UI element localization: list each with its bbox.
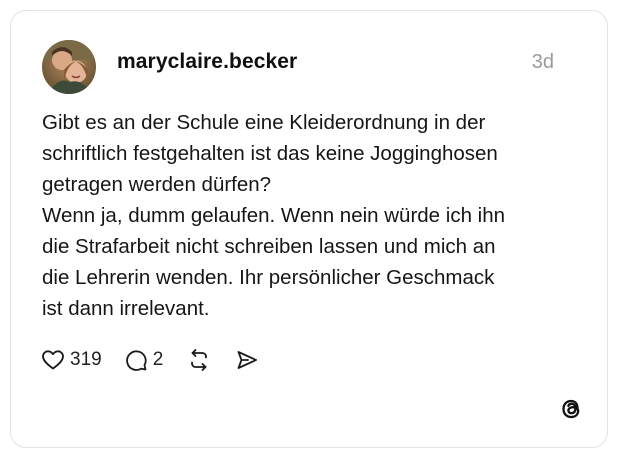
avatar-photo bbox=[42, 40, 96, 94]
post-text: Gibt es an der Schule eine Kleiderordnun… bbox=[42, 107, 582, 324]
avatar[interactable] bbox=[42, 40, 96, 94]
post-text-line: Gibt es an der Schule eine Kleiderordnun… bbox=[42, 111, 486, 134]
post-text-line: Wenn ja, dumm gelaufen. Wenn nein würde … bbox=[42, 204, 506, 227]
post-text-line: schriftlich festgehalten ist das keine J… bbox=[42, 142, 498, 165]
post-text-line: die Strafarbeit nicht schreiben lassen u… bbox=[42, 235, 496, 258]
share-button[interactable] bbox=[235, 348, 259, 372]
post-text-line: getragen werden dürfen? bbox=[42, 173, 272, 196]
action-bar: 319 2 bbox=[41, 344, 259, 376]
like-count: 319 bbox=[70, 349, 102, 370]
speech-bubble-icon bbox=[125, 350, 147, 371]
send-icon bbox=[237, 351, 258, 369]
threads-logo-icon bbox=[557, 395, 585, 423]
post-text-line: die Lehrerin wenden. Ihr persönlicher Ge… bbox=[42, 266, 495, 289]
reply-count: 2 bbox=[152, 349, 164, 370]
post-timestamp: 3d bbox=[531, 51, 554, 73]
post-text-line: ist dann irrelevant. bbox=[42, 297, 210, 320]
repost-button[interactable] bbox=[187, 348, 211, 372]
repost-icon bbox=[191, 349, 208, 371]
heart-icon bbox=[42, 350, 64, 370]
username[interactable]: maryclaire.becker bbox=[117, 50, 297, 74]
reply-button[interactable]: 2 bbox=[124, 348, 164, 372]
like-button[interactable]: 319 bbox=[41, 348, 102, 372]
